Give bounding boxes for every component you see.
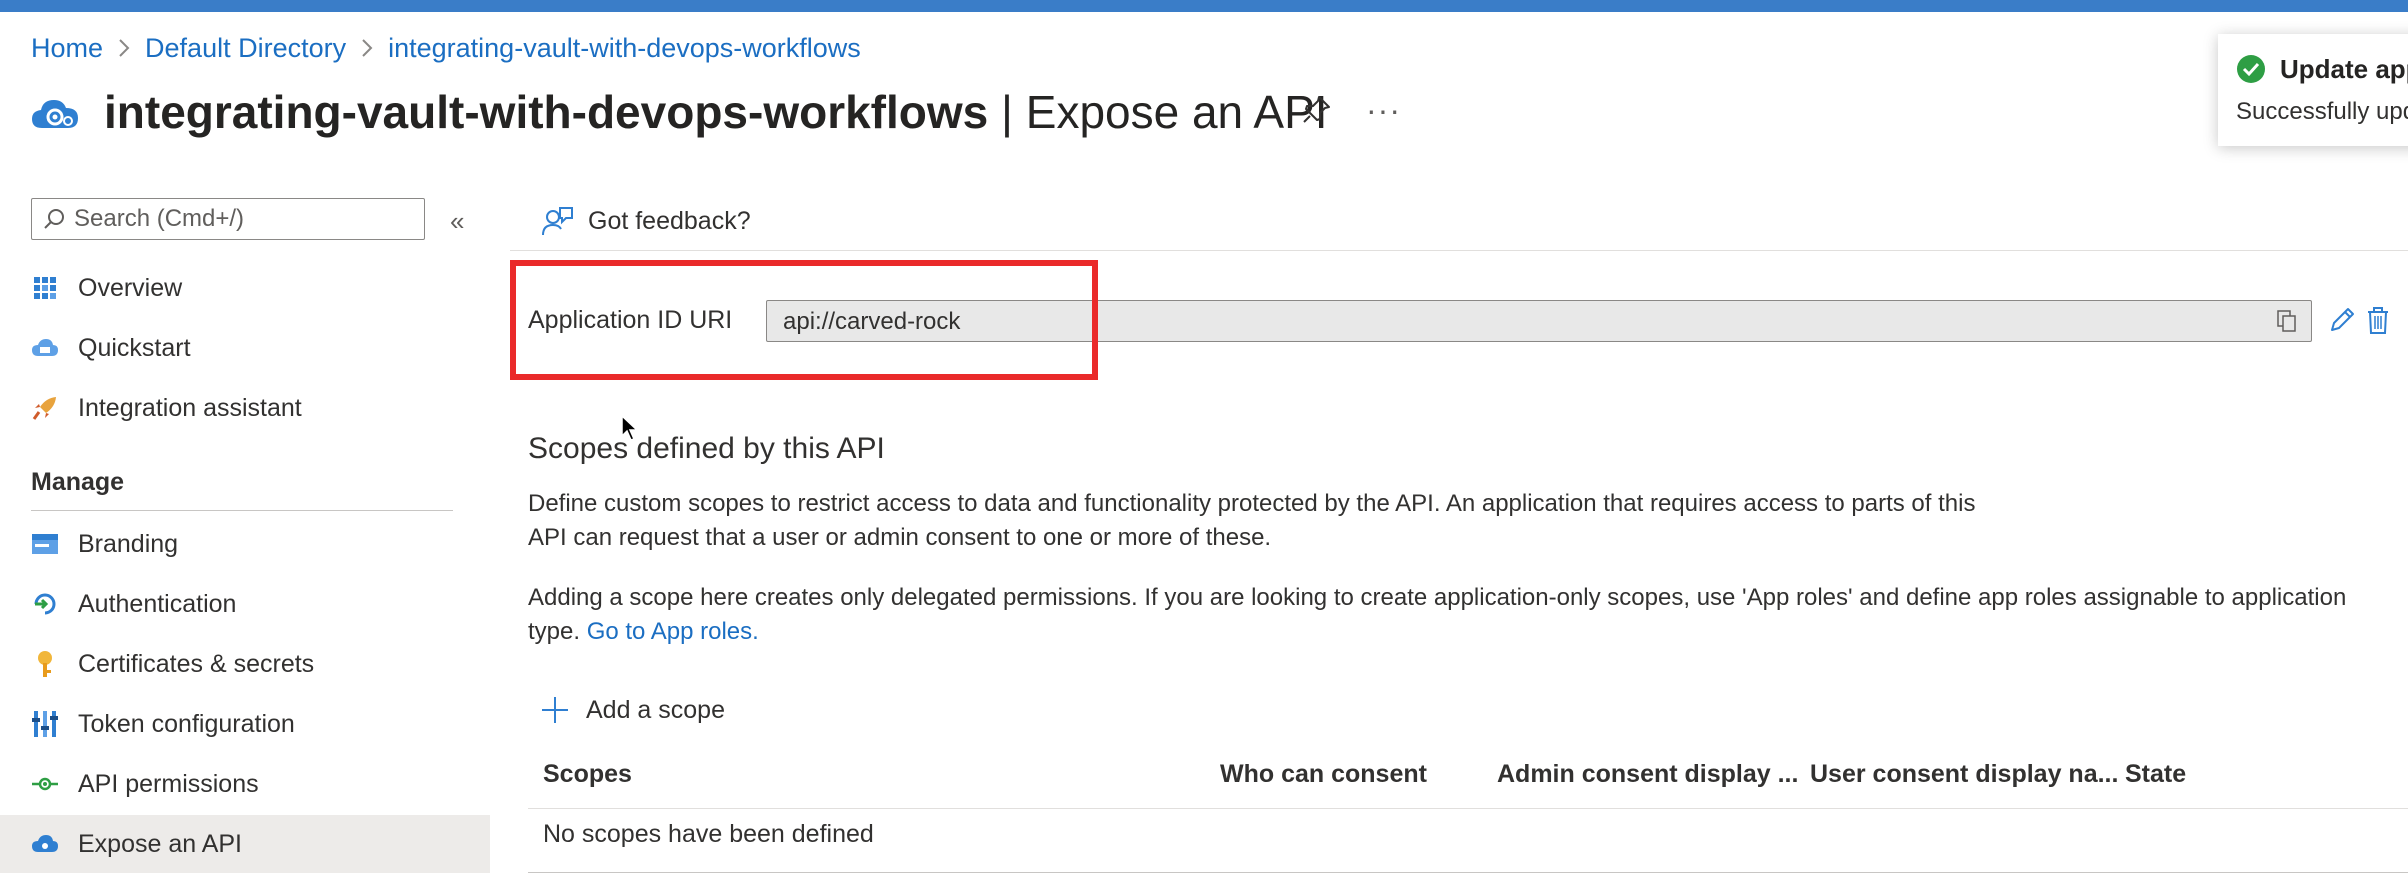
sidebar-item-label: Token configuration [78,709,295,738]
sidebar-item-label: Integration assistant [78,393,302,422]
column-header-scopes[interactable]: Scopes [543,760,632,800]
breadcrumb-home[interactable]: Home [31,33,103,64]
top-accent-bar [0,0,2408,12]
table-bottom-border [528,872,2408,873]
scopes-description-line1: Define custom scopes to restrict access … [528,490,1976,517]
sidebar-item-label: Quickstart [78,333,191,362]
sidebar-item-label: API permissions [78,769,259,798]
branding-icon [31,530,59,558]
breadcrumb: Home Default Directory integrating-vault… [31,30,861,66]
delete-icon[interactable] [2362,304,2394,336]
sidebar-item-certificates-secrets[interactable]: Certificates & secrets [0,635,490,693]
grid-icon [31,274,59,302]
app-registration-icon [32,100,78,128]
sidebar-search-input[interactable]: Search (Cmd+/) [31,198,425,240]
sidebar-item-label: Authentication [78,589,237,618]
sidebar-item-quickstart[interactable]: Quickstart [0,319,490,377]
title-separator: | [988,86,1026,138]
sidebar-item-integration-assistant[interactable]: Integration assistant [0,379,490,437]
sidebar-item-authentication[interactable]: Authentication [0,575,490,633]
column-header-who-can-consent[interactable]: Who can consent [1220,760,1427,800]
page-title: integrating-vault-with-devops-workflows … [104,85,1328,139]
toast-title: Update app [2280,54,2408,84]
add-scope-button[interactable]: Add a scope [540,690,725,730]
toolbar-divider [510,250,2408,251]
sidebar-item-overview[interactable]: Overview [0,259,490,317]
app-roles-note: Adding a scope here creates only delegat… [528,581,2346,649]
breadcrumb-app[interactable]: integrating-vault-with-devops-workflows [388,33,861,64]
sidebar-item-api-permissions[interactable]: API permissions [0,755,490,813]
column-header-state[interactable]: State [2125,760,2186,800]
scopes-heading: Scopes defined by this API [528,432,885,465]
sidebar-item-label: Expose an API [78,829,243,858]
notification-toast[interactable]: Update app Successfully upd [2218,34,2408,146]
chevron-right-icon [360,37,374,59]
success-check-icon [2237,55,2265,83]
app-roles-note-prefix: type. [528,618,587,645]
table-header-divider [528,808,2408,809]
scopes-description-line2: API can request that a user or admin con… [528,524,1272,551]
token-icon [31,710,59,738]
api-permissions-icon [31,770,59,798]
cloud-icon [31,830,59,858]
app-roles-note-line1: Adding a scope here creates only delegat… [528,584,2347,611]
sidebar-item-label: Overview [78,273,183,302]
more-options-icon[interactable]: ··· [1366,92,1401,129]
chevron-right-icon [117,37,131,59]
edit-icon[interactable] [2326,304,2358,336]
feedback-icon [542,207,573,236]
copy-icon[interactable] [2275,309,2299,333]
rocket-icon [31,394,59,422]
sidebar-item-branding[interactable]: Branding [0,515,490,573]
page-name: Expose an API [1025,86,1328,138]
authentication-icon [31,590,59,618]
manage-heading: Manage [31,468,125,496]
feedback-label: Got feedback? [588,206,751,235]
page-header: integrating-vault-with-devops-workflows … [28,78,1328,146]
app-name: integrating-vault-with-devops-workflows [104,86,989,138]
pin-icon[interactable] [1300,92,1334,126]
feedback-button[interactable]: Got feedback? [540,200,751,242]
go-to-app-roles-link[interactable]: Go to App roles. [587,618,759,645]
sidebar-item-label: Certificates & secrets [78,649,315,678]
add-scope-label: Add a scope [586,695,725,724]
breadcrumb-directory[interactable]: Default Directory [145,33,346,64]
sidebar-item-expose-an-api[interactable]: Expose an API [0,815,490,873]
column-header-admin-consent[interactable]: Admin consent display ... [1497,760,1798,800]
sidebar-item-label: Branding [78,529,179,558]
key-icon [31,650,59,678]
toast-message: Successfully upd [2236,98,2408,125]
column-header-user-consent[interactable]: User consent display na... [1810,760,2118,800]
plus-icon [542,697,568,723]
collapse-sidebar-icon[interactable]: « [450,206,464,237]
search-icon [44,209,64,229]
table-empty-message: No scopes have been defined [543,820,874,848]
cloud-icon [31,334,59,362]
sidebar-item-token-configuration[interactable]: Token configuration [0,695,490,753]
scopes-description: Define custom scopes to restrict access … [528,487,1975,555]
search-placeholder: Search (Cmd+/) [74,205,245,232]
sidebar-divider [31,510,453,511]
red-highlight-box [510,260,1098,380]
